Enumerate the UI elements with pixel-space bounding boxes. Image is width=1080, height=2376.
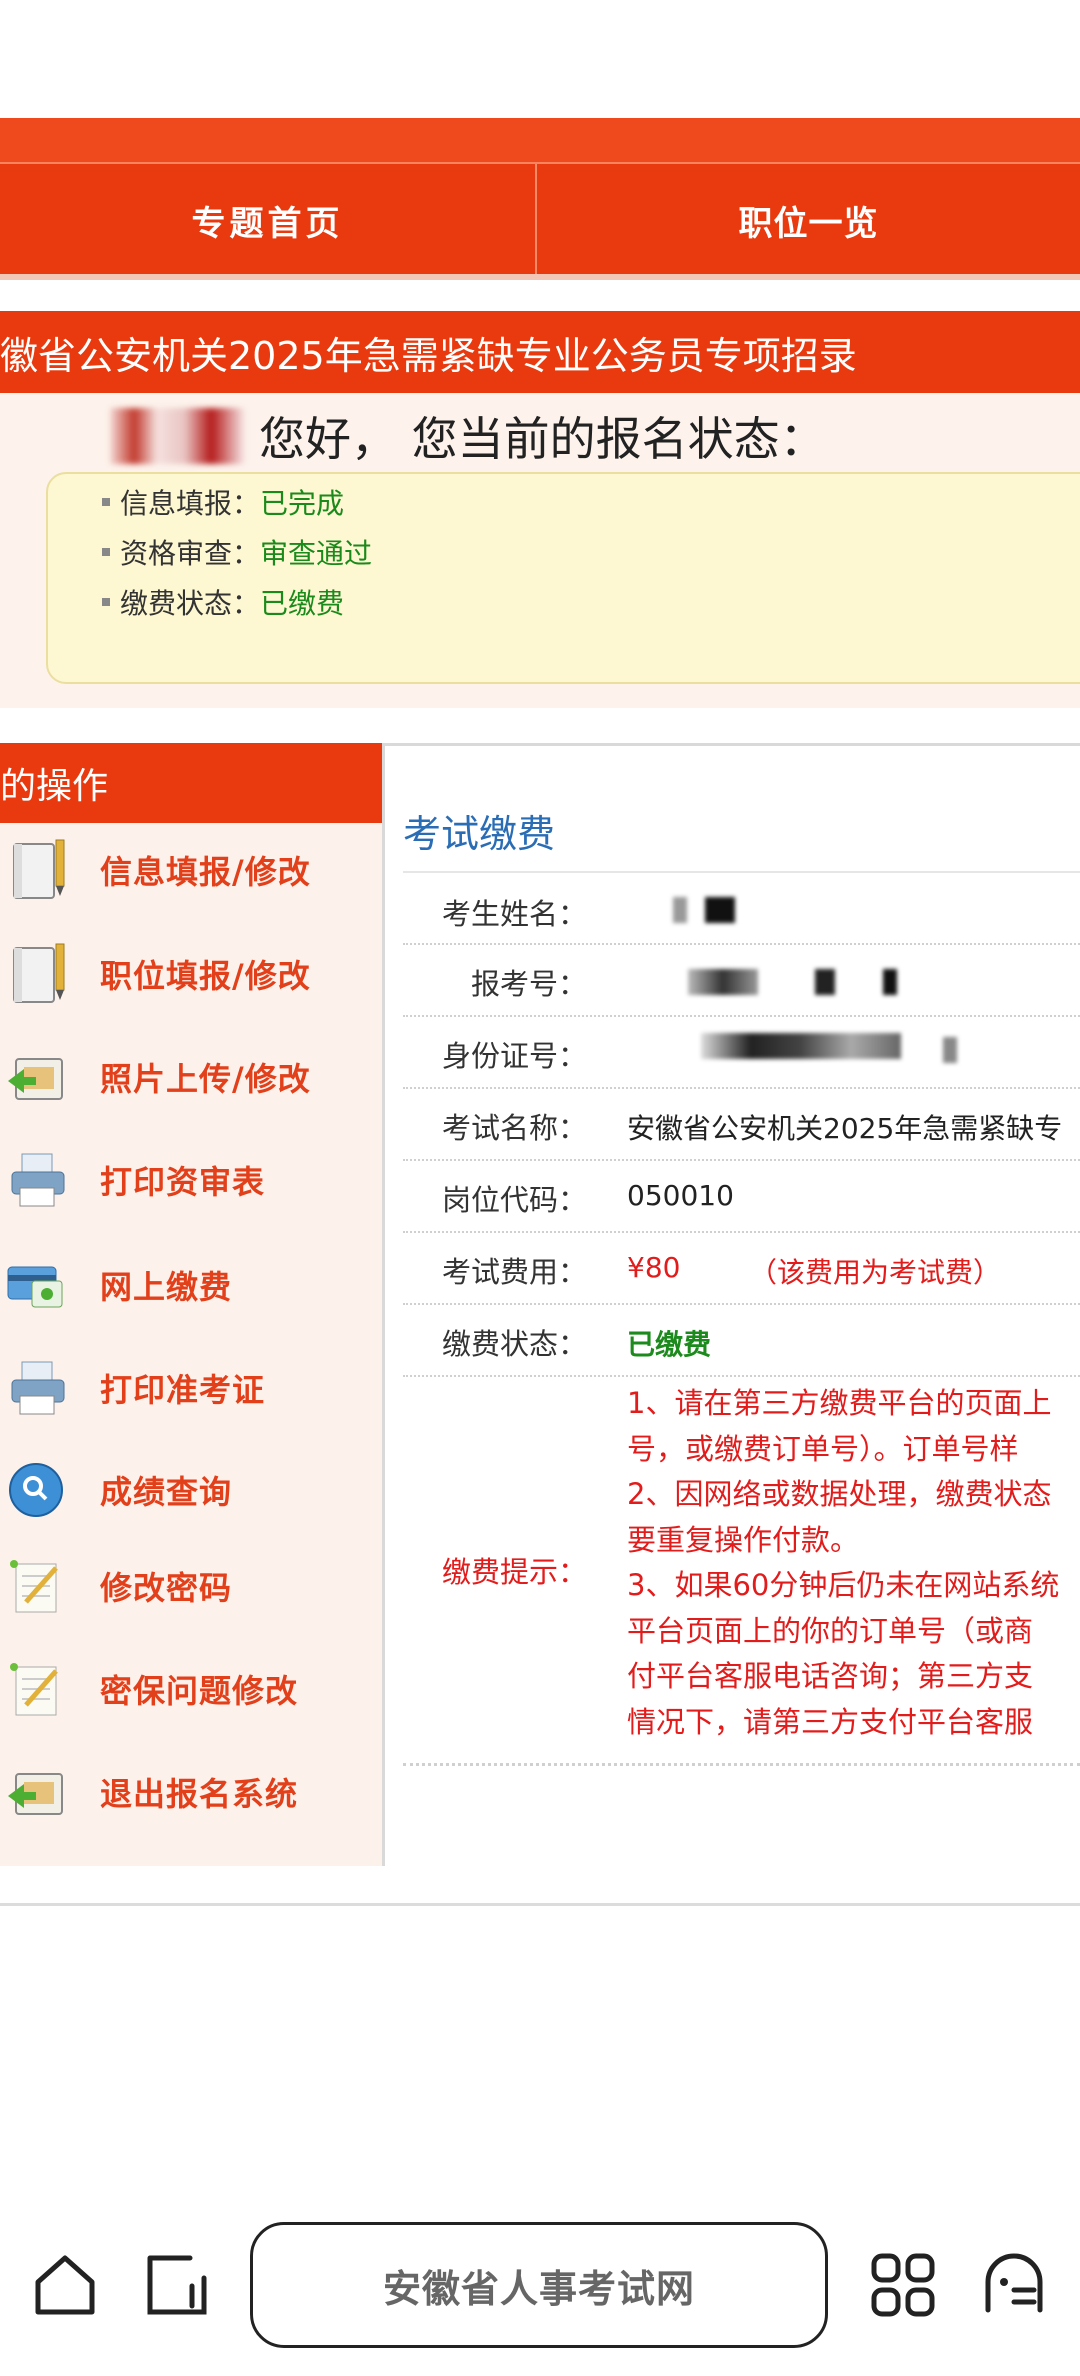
printer-icon [11,1153,65,1207]
redacted-value [701,1033,901,1059]
edit-note-icon [10,1560,58,1613]
field-label: 考试费用： [441,1255,587,1289]
apps-grid-icon[interactable] [868,2250,938,2320]
field-registration-number: 报考号： [403,943,1080,1017]
operations-sidebar: 的操作 信息填报/修改 职位填报/修改 照片上传/修改 打印资审表 网上缴费 打… [0,743,385,1866]
menu-label: 网上缴费 [100,1268,233,1306]
exam-title-banner: 徽省公安机关2025年急需紧缺专业公务员专项招录 [0,311,1080,393]
menu-label: 打印准考证 [100,1371,266,1409]
fee-amount: ¥80 [627,1251,681,1284]
tip-line: 情况下，请第三方支付平台客服 [627,1704,1034,1739]
nav-home-link[interactable]: 专题首页 [0,164,537,276]
header-strip [0,118,1080,162]
printer-icon [11,1361,65,1415]
tip-line: 3、如果60分钟后仍未在网站系统 [627,1568,1060,1602]
menu-label: 打印资审表 [100,1163,266,1201]
sidebar-heading: 的操作 [0,743,382,823]
page-footer-line [0,1903,1080,1906]
notebook-pencil-icon [13,943,65,1003]
panel-title: 考试缴费 [403,812,556,856]
greeting-text: 您好， 您当前的报名状态： [259,412,826,466]
upload-arrow-icon [8,1058,63,1100]
exam-title: 徽省公安机关2025年急需紧缺专业公务员专项招录 [0,333,857,378]
redacted-value [943,1037,957,1063]
status-value: 已缴费 [260,587,345,620]
edit-note-icon [10,1663,58,1716]
menu-item-print-review[interactable]: 打印资审表 [0,1135,382,1225]
redacted-value [815,969,835,995]
field-payment-tips: 缴费提示： 1、请在第三方缴费平台的页面上 号，或缴费订单号）。订单号样 2、因… [403,1375,1080,1766]
field-id-number: 身份证号： [403,1015,1080,1089]
tip-line: 1、请在第三方缴费平台的页面上 [627,1386,1052,1420]
status-label: 缴费状态： [120,587,261,620]
field-label: 报考号： [470,967,587,1001]
redacted-value [673,897,687,923]
field-label: 身份证号： [441,1039,587,1073]
menu-item-score-query[interactable]: 成绩查询 [0,1445,382,1535]
menu-item-online-payment[interactable]: 网上缴费 [0,1240,382,1330]
payment-panel: 考试缴费 考生姓名： 报考号： 身份证号： 考试名称： 安徽省公安机关2025年… [385,743,1080,1869]
field-exam-fee: 考试费用： ¥80 （该费用为考试费） [403,1231,1080,1305]
status-row-review: 资格审查： 审查通过 [102,532,372,572]
bullet [102,598,110,606]
home-icon[interactable] [30,2250,100,2320]
field-exam-name: 考试名称： 安徽省公安机关2025年急需紧缺专 [403,1087,1080,1161]
status-value: 审查通过 [260,537,373,570]
fee-note: （该费用为考试费） [749,1256,1002,1289]
menu-label: 退出报名系统 [100,1775,299,1813]
tip-line: 要重复操作付款。 [627,1522,860,1557]
status-label: 资格审查： [120,537,261,570]
assistant-icon[interactable] [978,2248,1050,2320]
field-value: 050010 [627,1179,734,1212]
bullet [102,498,110,506]
status-value: 已完成 [260,487,345,520]
bullet [102,548,110,556]
status-row-payment: 缴费状态： 已缴费 [102,582,344,622]
menu-item-security-question[interactable]: 密保问题修改 [0,1644,382,1734]
tip-line: 平台页面上的你的订单号（或商 [627,1613,1034,1648]
address-bar[interactable]: 安徽省人事考试网 [250,2222,828,2348]
redacted-value [705,897,735,923]
menu-item-change-password[interactable]: 修改密码 [0,1541,382,1631]
greeting: 您好， 您当前的报名状态： [110,406,826,466]
notebook-pencil-icon [13,839,65,899]
field-payment-status: 缴费状态： 已缴费 [403,1303,1080,1377]
payment-card-icon [7,1266,63,1308]
redacted-value [688,969,758,995]
exit-arrow-icon [8,1773,63,1815]
tip-line: 2、因网络或数据处理，缴费状态 [627,1477,1052,1511]
status-row-info: 信息填报： 已完成 [102,482,344,522]
tip-line: 号，或缴费订单号）。订单号样 [627,1431,1019,1466]
menu-label: 密保问题修改 [100,1672,299,1710]
field-label: 考生姓名： [441,897,587,931]
payment-tips-text: 1、请在第三方缴费平台的页面上 号，或缴费订单号）。订单号样 2、因网络或数据处… [627,1381,1059,1745]
field-value: 安徽省公安机关2025年急需紧缺专 [627,1112,1063,1145]
field-post-code: 岗位代码： 050010 [403,1159,1080,1233]
payment-status-value: 已缴费 [627,1328,712,1361]
field-label: 缴费提示： [441,1555,587,1589]
field-name: 考生姓名： [403,873,1080,945]
tabs-icon[interactable] [142,2250,212,2320]
field-label: 考试名称： [441,1111,587,1145]
status-label: 信息填报： [120,487,261,520]
nav-positions-link[interactable]: 职位一览 [537,164,1080,276]
menu-item-photo-upload[interactable]: 照片上传/修改 [0,1032,382,1122]
menu-label: 信息填报/修改 [100,853,311,891]
magnifier-icon [9,1463,63,1517]
menu-label: 成绩查询 [100,1473,233,1511]
menu-label: 照片上传/修改 [100,1060,311,1098]
tip-line: 付平台客服电话咨询；第三方支 [627,1659,1034,1693]
field-label: 岗位代码： [441,1183,587,1217]
redacted-value [883,969,897,995]
blurred-name [110,408,245,464]
menu-item-logout[interactable]: 退出报名系统 [0,1747,382,1837]
menu-item-print-ticket[interactable]: 打印准考证 [0,1343,382,1433]
menu-item-position-edit[interactable]: 职位填报/修改 [0,929,382,1019]
top-nav: 专题首页 职位一览 [0,162,1080,276]
menu-label: 职位填报/修改 [100,957,311,995]
menu-label: 修改密码 [100,1569,233,1607]
nav-divider [0,274,1080,280]
menu-item-info-edit[interactable]: 信息填报/修改 [0,825,382,915]
field-label: 缴费状态： [441,1327,587,1361]
